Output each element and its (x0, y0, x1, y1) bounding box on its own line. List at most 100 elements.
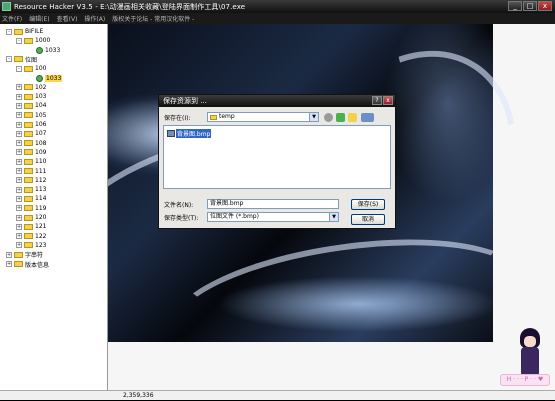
window-controls: _ □ x (508, 1, 552, 11)
menu-view[interactable]: 查看(V) (57, 14, 78, 23)
tree-node[interactable]: +105 (16, 111, 46, 120)
tree-node[interactable]: +103 (16, 92, 46, 101)
folder-icon (14, 28, 23, 35)
collapse-icon[interactable]: - (6, 56, 12, 63)
tree-node[interactable]: + 版本信息 (6, 260, 49, 269)
tree-node[interactable]: +113 (16, 185, 46, 194)
expand-icon[interactable]: + (16, 158, 22, 165)
tree-node[interactable]: + 字串符 (6, 250, 43, 259)
expand-icon[interactable]: + (16, 223, 22, 230)
tree-node[interactable]: +106 (16, 120, 46, 129)
list-item[interactable]: 背景图.bmp (167, 129, 212, 138)
expand-icon[interactable]: + (16, 121, 22, 128)
tree-node[interactable]: +123 (16, 241, 46, 250)
folder-icon (24, 168, 33, 174)
tree-node[interactable]: +109 (16, 148, 46, 157)
back-icon[interactable] (324, 113, 333, 122)
chevron-down-icon: ▼ (329, 213, 338, 221)
expand-icon[interactable]: + (16, 112, 22, 119)
expand-icon[interactable]: + (16, 214, 22, 221)
filetype-dropdown[interactable]: 位图文件 (*.bmp) ▼ (207, 212, 339, 222)
tree-node[interactable]: - 100 (16, 64, 46, 73)
tree-node[interactable]: +121 (16, 222, 46, 231)
bitmap-file-icon (167, 130, 175, 137)
save-in-dropdown[interactable]: temp ▼ (207, 112, 319, 122)
folder-icon (24, 233, 33, 240)
dialog-close-button[interactable]: x (383, 96, 393, 105)
save-button[interactable]: 保存(S) (351, 199, 385, 210)
expand-icon[interactable]: + (16, 195, 22, 202)
folder-icon (24, 214, 33, 221)
tree-node[interactable]: +110 (16, 157, 46, 166)
folder-icon (24, 223, 33, 230)
maximize-button[interactable]: □ (523, 1, 537, 11)
cancel-button[interactable]: 取消 (351, 214, 385, 225)
tree-node[interactable]: - 位图 (6, 55, 37, 64)
menu-about[interactable]: 版权关于论坛 - 常用汉化软件 - (112, 14, 194, 23)
minimize-button[interactable]: _ (508, 1, 522, 11)
tree-node[interactable]: +102 (16, 83, 46, 92)
expand-icon[interactable]: + (16, 102, 22, 109)
tree-node[interactable]: +114 (16, 194, 46, 203)
tree-node-label: 110 (35, 158, 47, 166)
tree-node-label: 114 (35, 195, 47, 203)
tree-node[interactable]: - BIFILE (6, 27, 43, 36)
menu-action[interactable]: 操作(A) (84, 14, 105, 23)
folder-icon (210, 114, 217, 120)
tree-node[interactable]: - 1000 (16, 36, 50, 45)
expand-icon[interactable]: + (16, 140, 22, 147)
character-badge: H · · · P · · ♥ (500, 374, 550, 386)
expand-icon[interactable]: + (16, 130, 22, 137)
expand-icon[interactable]: + (16, 242, 22, 249)
tree-node[interactable]: 1033 (28, 74, 63, 83)
tree-node[interactable]: +112 (16, 176, 46, 185)
tree-node[interactable]: 1033 (28, 46, 60, 55)
menu-edit[interactable]: 编辑(E) (29, 14, 49, 23)
help-button[interactable]: ? (372, 96, 382, 105)
expand-icon[interactable]: + (6, 251, 12, 258)
expand-icon[interactable]: + (16, 233, 22, 240)
folder-icon (24, 112, 33, 119)
menu-bar: 文件(F) 编辑(E) 查看(V) 操作(A) 版权关于论坛 - 常用汉化软件 … (0, 13, 555, 24)
expand-icon[interactable]: + (16, 186, 22, 193)
tree-node-label: 1033 (45, 46, 61, 54)
tree-node[interactable]: +104 (16, 101, 46, 110)
collapse-icon[interactable]: - (6, 28, 12, 35)
filename-field[interactable]: 背景图.bmp (207, 199, 339, 209)
resource-icon (36, 74, 43, 82)
folder-icon (24, 130, 33, 137)
close-button[interactable]: x (538, 1, 552, 11)
collapse-icon[interactable]: - (16, 37, 22, 44)
expand-icon[interactable]: + (16, 84, 22, 91)
expand-icon[interactable]: + (16, 168, 22, 174)
tree-node[interactable]: +119 (16, 204, 46, 213)
tree-node[interactable]: +122 (16, 232, 46, 241)
tree-node[interactable]: +120 (16, 213, 46, 222)
folder-icon (24, 195, 33, 202)
expand-icon[interactable]: + (16, 149, 22, 156)
resource-icon (36, 46, 43, 54)
new-folder-icon[interactable] (348, 113, 357, 122)
expand-icon[interactable]: + (16, 205, 22, 212)
up-folder-icon[interactable] (336, 113, 345, 122)
tree-node-label: 121 (35, 223, 47, 231)
menu-file[interactable]: 文件(F) (2, 14, 22, 23)
tree-node[interactable]: +107 (16, 129, 46, 138)
file-list[interactable]: 背景图.bmp (163, 125, 391, 189)
expand-icon[interactable]: + (16, 93, 22, 100)
view-menu-icon[interactable] (361, 113, 374, 122)
tree-node[interactable]: +108 (16, 139, 46, 148)
status-bar: 2,359,336 (0, 390, 555, 400)
folder-icon (24, 37, 33, 44)
tree-node[interactable]: +111 (16, 167, 46, 176)
expand-icon[interactable]: + (16, 177, 22, 184)
folder-icon (24, 140, 33, 147)
dialog-title-bar: 保存资源到 ... ? x (159, 95, 395, 107)
folder-icon (24, 102, 33, 109)
resource-tree[interactable]: - BIFILE -1000 1033- 位图 -100 1033 +102 +103 +104 +… (0, 24, 108, 390)
expand-icon[interactable]: + (6, 261, 12, 267)
folder-icon (24, 177, 33, 184)
tree-node-label: 120 (35, 214, 47, 221)
collapse-icon[interactable]: - (16, 65, 22, 72)
folder-icon (24, 186, 33, 193)
